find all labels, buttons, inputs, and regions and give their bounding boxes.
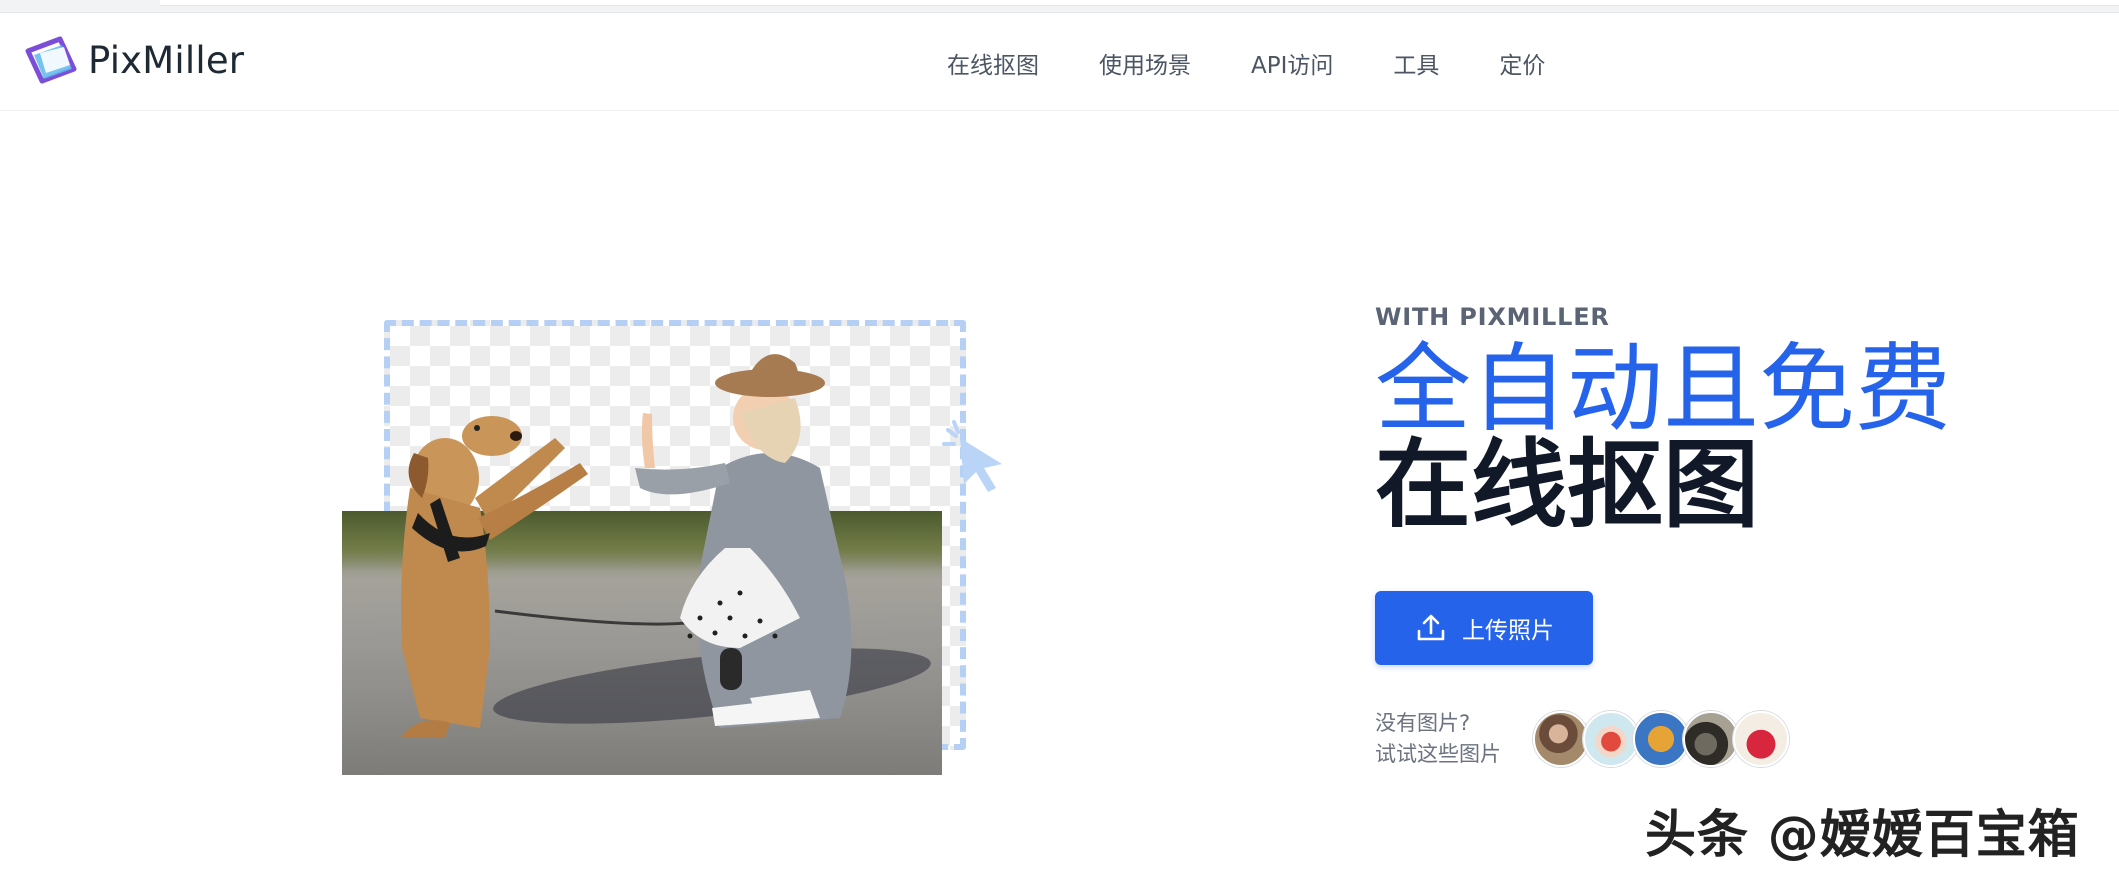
watermark-text: 头条 @嫒嫒百宝箱 [1645, 806, 2080, 865]
browser-tab-edge [160, 0, 2119, 6]
pixmiller-logo-icon [25, 36, 77, 84]
upload-photo-button[interactable]: 上传照片 [1375, 591, 1593, 665]
nav-item-tools[interactable]: 工具 [1393, 46, 1439, 80]
sample-thumbnails [1533, 711, 1789, 767]
sample-images-row: 没有图片? 试试这些图片 [1375, 708, 1789, 770]
cursor-sparkle-icon [942, 420, 1002, 492]
upload-icon [1417, 614, 1445, 641]
nav-item-pricing[interactable]: 定价 [1499, 46, 1545, 80]
headline-line-1: 全自动且免费 [1375, 333, 1951, 445]
dog-and-woman-cutout-image [400, 354, 852, 738]
nav-item-api-access[interactable]: API访问 [1251, 46, 1333, 80]
headline-line-2: 在线抠图 [1375, 429, 1759, 541]
hero-eyebrow: WITH PIXMILLER [1375, 303, 1610, 331]
nav-item-online-cutout[interactable]: 在线抠图 [947, 46, 1039, 80]
brand-name: PixMiller [88, 38, 245, 82]
sample-red-bag-photo[interactable] [1733, 711, 1789, 767]
brand-logo[interactable]: PixMiller [22, 35, 244, 85]
sample-drink-photo[interactable] [1583, 711, 1639, 767]
sample-prompt-line-1: 没有图片? [1375, 711, 1471, 735]
sample-prompt: 没有图片? 试试这些图片 [1375, 708, 1525, 770]
sample-prompt-line-2: 试试这些图片 [1375, 742, 1501, 766]
upload-button-label: 上传照片 [1462, 618, 1554, 644]
sample-fries-photo[interactable] [1633, 711, 1689, 767]
nav-item-use-cases[interactable]: 使用场景 [1099, 46, 1191, 80]
hero-illustration [340, 318, 1030, 778]
site-header: PixMiller 在线抠图 使用场景 API访问 工具 定价 [0, 13, 2119, 111]
sample-woman-photo[interactable] [1533, 711, 1589, 767]
sample-restaurant-photo[interactable] [1683, 711, 1739, 767]
hero-text: WITH PIXMILLER 全自动且免费 在线抠图 上传照片 没有图片? 试试… [1375, 303, 2075, 767]
main-nav: 在线抠图 使用场景 API访问 工具 定价 [947, 46, 1545, 80]
browser-top-edge [0, 0, 2119, 13]
